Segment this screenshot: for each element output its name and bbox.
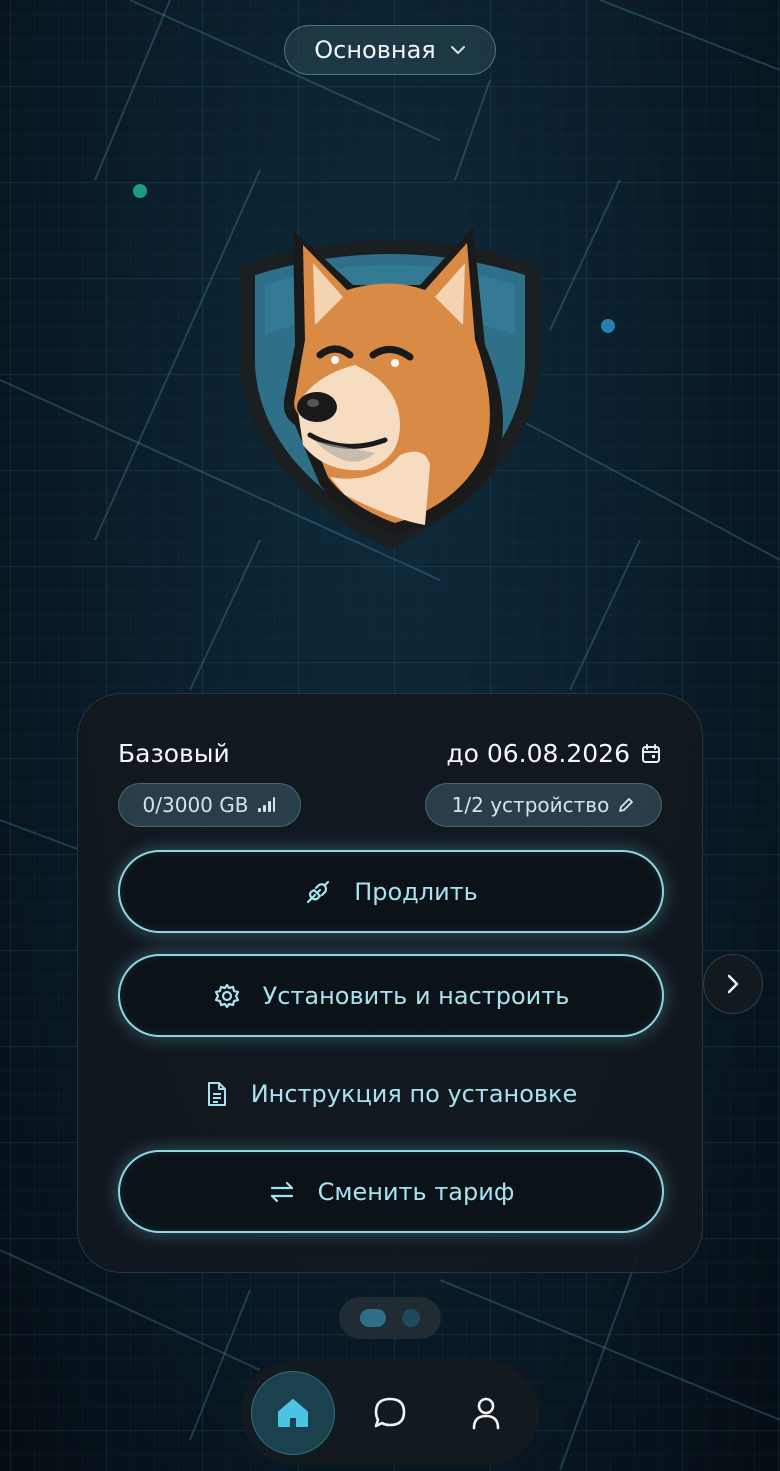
nav-home[interactable] [251, 1371, 335, 1455]
page-dot-active[interactable] [360, 1309, 386, 1327]
change-tariff-label: Сменить тариф [317, 1177, 515, 1206]
renew-button[interactable]: Продлить [118, 850, 664, 933]
home-icon [275, 1396, 311, 1430]
pencil-icon [617, 796, 635, 814]
shiba-shield-logo [225, 215, 555, 560]
instructions-link[interactable]: Инструкция по установке [118, 1074, 664, 1114]
chevron-right-icon [726, 973, 740, 995]
nav-chat[interactable] [348, 1371, 432, 1455]
setup-label: Установить и настроить [262, 981, 570, 1010]
setup-button[interactable]: Установить и настроить [118, 954, 664, 1037]
swap-arrows-icon [268, 1180, 296, 1204]
gear-icon [213, 982, 241, 1010]
document-icon [205, 1080, 229, 1108]
bottom-navigation [241, 1361, 539, 1465]
page-dot[interactable] [402, 1309, 420, 1327]
traffic-badge: 0/3000 GB [118, 783, 301, 827]
subscription-card: Базовый до 06.08.2026 0/3000 GB 1/2 устр… [77, 693, 703, 1273]
user-icon [469, 1395, 503, 1431]
change-tariff-button[interactable]: Сменить тариф [118, 1150, 664, 1233]
calendar-icon [640, 743, 662, 765]
devices-count: 1/2 устройство [451, 793, 610, 817]
chat-bubble-icon [372, 1395, 408, 1431]
next-card-button[interactable] [703, 954, 763, 1014]
plug-icon [304, 878, 332, 906]
devices-badge[interactable]: 1/2 устройство [425, 783, 662, 827]
renew-label: Продлить [354, 877, 478, 906]
signal-bars-icon [256, 796, 276, 814]
plan-selector[interactable]: Основная [284, 25, 496, 75]
traffic-usage: 0/3000 GB [142, 793, 249, 817]
plan-selector-label: Основная [314, 36, 436, 64]
expiry-date: до 06.08.2026 [446, 739, 662, 768]
expiry-date-text: до 06.08.2026 [446, 739, 630, 768]
nav-profile[interactable] [444, 1371, 528, 1455]
page-indicator [339, 1297, 441, 1339]
chevron-down-icon [450, 45, 466, 55]
instructions-label: Инструкция по установке [250, 1080, 578, 1108]
plan-name: Базовый [118, 739, 230, 768]
